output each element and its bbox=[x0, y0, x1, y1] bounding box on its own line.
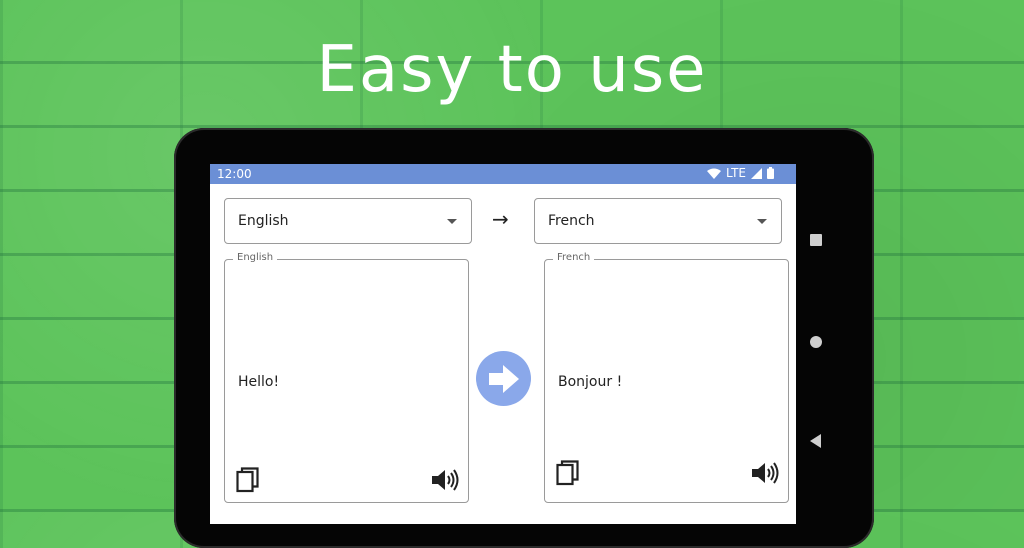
chevron-down-icon bbox=[447, 219, 457, 224]
status-icons: LTE bbox=[707, 166, 774, 180]
headline: Easy to use bbox=[316, 33, 708, 107]
target-text-box[interactable]: French Bonjour ! bbox=[544, 252, 789, 503]
target-language-label: French bbox=[548, 213, 595, 229]
chevron-down-icon bbox=[757, 219, 767, 224]
signal-icon bbox=[751, 167, 762, 179]
recents-icon[interactable] bbox=[809, 232, 823, 246]
wifi-icon bbox=[707, 168, 722, 179]
translate-button[interactable] bbox=[476, 351, 531, 406]
source-text[interactable]: Hello! bbox=[238, 374, 279, 390]
speaker-icon[interactable] bbox=[431, 468, 459, 492]
source-language-label: English bbox=[238, 213, 289, 229]
target-text[interactable]: Bonjour ! bbox=[558, 374, 622, 390]
copy-icon[interactable] bbox=[236, 467, 260, 493]
battery-icon bbox=[767, 167, 774, 179]
copy-icon[interactable] bbox=[556, 460, 580, 486]
target-language-select[interactable]: French bbox=[534, 198, 782, 244]
source-text-box[interactable]: English Hello! bbox=[224, 252, 469, 503]
language-direction-arrow: → bbox=[492, 207, 509, 231]
source-text-legend: English bbox=[233, 252, 278, 263]
back-icon[interactable] bbox=[808, 433, 824, 449]
arrow-right-icon bbox=[489, 365, 519, 393]
status-time: 12:00 bbox=[217, 167, 252, 181]
status-bar: 12:00 LTE bbox=[210, 164, 796, 184]
target-text-legend: French bbox=[553, 252, 595, 263]
network-type: LTE bbox=[726, 166, 746, 180]
home-icon[interactable] bbox=[809, 334, 823, 348]
speaker-icon[interactable] bbox=[751, 461, 779, 485]
source-language-select[interactable]: English bbox=[224, 198, 472, 244]
